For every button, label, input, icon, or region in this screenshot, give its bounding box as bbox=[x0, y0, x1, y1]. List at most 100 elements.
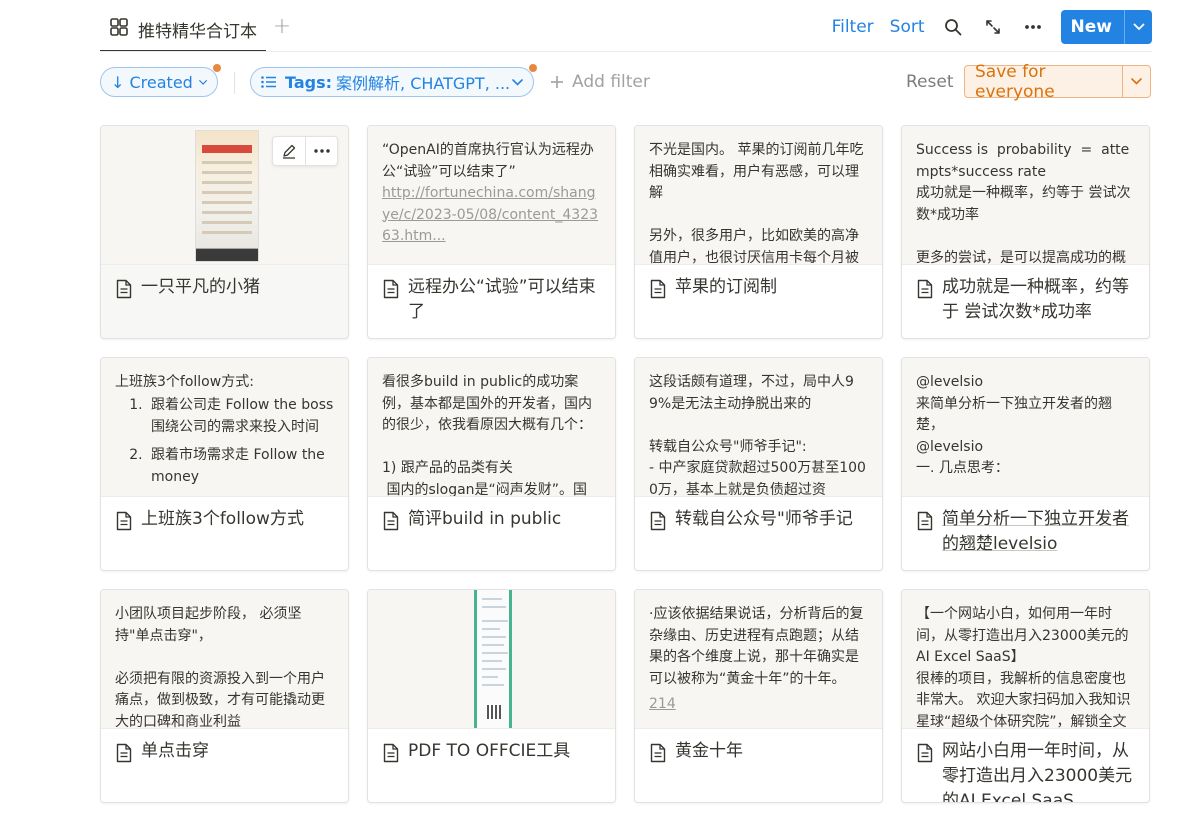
search-icon[interactable] bbox=[941, 15, 965, 39]
sort-chip-created[interactable]: ↓ Created bbox=[100, 64, 221, 97]
filter-chip-value: 案例解析, CHATGPT, ... bbox=[336, 74, 511, 93]
chevron-down-icon bbox=[512, 78, 523, 86]
gallery-card[interactable]: 这段话颇有道理，不过，局中人99%是无法主动挣脱出来的 转载自公众号"师爷手记"… bbox=[634, 357, 883, 571]
filter-bar: ↓ Created Tags: 案例解析, CHATGPT, ... Add f… bbox=[0, 62, 1200, 102]
gallery-icon bbox=[110, 18, 128, 40]
page-icon bbox=[917, 279, 933, 299]
card-preview-text: 上班族3个follow方式: bbox=[115, 374, 254, 390]
card-preview-number: 214 bbox=[649, 696, 676, 712]
card-preview-text: 【一个网站小白，如何用一年时间，从零打造出月入23000美元的AI Excel … bbox=[916, 606, 1131, 729]
card-preview: 看很多build in public的成功案例，基本都是国外的开发者，国内的很少… bbox=[368, 358, 615, 497]
reset-button[interactable]: Reset bbox=[906, 72, 954, 92]
gallery-card[interactable]: 上班族3个follow方式: 跟着公司走 Follow the boss 围绕公… bbox=[100, 357, 349, 571]
sort-button[interactable]: Sort bbox=[890, 17, 925, 37]
card-preview: 不光是国内。 苹果的订阅前几年吃相确实难看，用户有恶感，可以理解 另外，很多用户… bbox=[635, 126, 882, 265]
card-preview-link[interactable]: http://fortunechina.com/shangye/c/2023-0… bbox=[382, 183, 601, 248]
page-icon bbox=[383, 279, 399, 299]
gallery-card[interactable]: 一只平凡的小猪 bbox=[100, 125, 349, 339]
card-preview-text: 不光是国内。 苹果的订阅前几年吃相确实难看，用户有恶感，可以理解 另外，很多用户… bbox=[649, 142, 864, 265]
chevron-down-icon[interactable] bbox=[1124, 10, 1152, 44]
gallery-card[interactable]: @levelsio 来简单分析一下独立开发者的翘楚， @levelsio 一. … bbox=[901, 357, 1150, 571]
page-icon bbox=[650, 743, 666, 763]
card-preview: @levelsio 来简单分析一下独立开发者的翘楚， @levelsio 一. … bbox=[902, 358, 1149, 497]
new-button-label[interactable]: New bbox=[1061, 10, 1124, 44]
add-view-button[interactable]: + bbox=[272, 16, 292, 40]
sort-chip-label: ↓ Created bbox=[111, 72, 193, 92]
save-for-everyone-button[interactable]: Save for everyone bbox=[964, 62, 1151, 102]
edit-icon[interactable] bbox=[273, 137, 305, 165]
card-preview: 上班族3个follow方式: 跟着公司走 Follow the boss 围绕公… bbox=[101, 358, 348, 497]
card-title: 一只平凡的小猪 bbox=[141, 277, 260, 297]
plus-icon bbox=[551, 76, 563, 88]
card-preview: “OpenAI的首席执行官认为远程办公“试验”可以结束了” http://for… bbox=[368, 126, 615, 265]
unsaved-dot bbox=[529, 64, 537, 72]
page-icon bbox=[116, 743, 132, 763]
gallery-card[interactable]: 【一个网站小白，如何用一年时间，从零打造出月入23000美元的AI Excel … bbox=[901, 589, 1150, 803]
card-cover-image bbox=[368, 590, 615, 729]
list-item: 跟着市场需求走 Follow the money bbox=[147, 444, 334, 488]
gallery-card[interactable]: 不光是国内。 苹果的订阅前几年吃相确实难看，用户有恶感，可以理解 另外，很多用户… bbox=[634, 125, 883, 339]
gallery-card[interactable]: “OpenAI的首席执行官认为远程办公“试验”可以结束了” http://for… bbox=[367, 125, 616, 339]
card-preview-text: Success is probability = attempts*succes… bbox=[916, 142, 1131, 265]
page-icon bbox=[650, 511, 666, 531]
filter-chip-property: Tags: bbox=[285, 72, 333, 92]
unsaved-dot bbox=[213, 64, 221, 72]
card-title: 远程办公“试验”可以结束了 bbox=[408, 277, 596, 322]
page-icon bbox=[383, 511, 399, 531]
card-preview-text: 看很多build in public的成功案例，基本都是国外的开发者，国内的很少… bbox=[382, 374, 592, 497]
gallery-card[interactable]: 看很多build in public的成功案例，基本都是国外的开发者，国内的很少… bbox=[367, 357, 616, 571]
card-title: 成功就是一种概率，约等于 尝试次数*成功率 bbox=[942, 277, 1129, 322]
card-title: 转载自公众号"师爷手记 bbox=[675, 509, 853, 529]
filter-button[interactable]: Filter bbox=[832, 17, 874, 37]
page-icon bbox=[917, 511, 933, 531]
card-preview: Success is probability = attempts*succes… bbox=[902, 126, 1149, 265]
card-title: 单点击穿 bbox=[141, 741, 209, 761]
card-preview: ·应该依据结果说话，分析背后的复杂缘由、历史进程有点跑题；从结果的各个维度上说，… bbox=[635, 590, 882, 729]
add-filter-label: Add filter bbox=[572, 72, 650, 92]
toolbar-divider bbox=[100, 51, 1152, 52]
card-preview-list: 跟着公司走 Follow the boss 围绕公司的需求来投入时间 跟着市场需… bbox=[115, 394, 334, 488]
more-icon[interactable] bbox=[305, 137, 337, 165]
gallery-card[interactable]: PDF TO OFFCIE工具 bbox=[367, 589, 616, 803]
card-title: 简单分析一下独立开发者的翘楚levelsio bbox=[942, 509, 1129, 554]
card-title: 苹果的订阅制 bbox=[675, 277, 777, 297]
more-icon[interactable] bbox=[1021, 15, 1045, 39]
toolbar-actions: Filter Sort New bbox=[832, 10, 1152, 44]
card-title: 简评build in public bbox=[408, 509, 562, 529]
gallery-grid: 一只平凡的小猪 “OpenAI的首席执行官认为远程办公“试验”可以结束了” ht… bbox=[100, 125, 1152, 803]
chevron-down-icon bbox=[198, 79, 207, 85]
card-cover-image bbox=[101, 126, 348, 265]
save-label[interactable]: Save for everyone bbox=[965, 62, 1122, 102]
gallery-card[interactable]: 小团队项目起步阶段， 必须坚持"单点击穿"， 必须把有限的资源投入到一个用户痛点… bbox=[100, 589, 349, 803]
page-icon bbox=[650, 279, 666, 299]
card-preview-text: 小团队项目起步阶段， 必须坚持"单点击穿"， 必须把有限的资源投入到一个用户痛点… bbox=[115, 606, 325, 729]
page-icon bbox=[116, 511, 132, 531]
card-title: 上班族3个follow方式 bbox=[141, 509, 304, 529]
add-filter-button[interactable]: Add filter bbox=[550, 69, 650, 95]
expand-icon[interactable] bbox=[981, 15, 1005, 39]
page-icon bbox=[917, 743, 933, 763]
filter-chip-tags[interactable]: Tags: 案例解析, CHATGPT, ... bbox=[250, 64, 537, 97]
card-title: PDF TO OFFCIE工具 bbox=[408, 741, 571, 761]
gallery-card[interactable]: Success is probability = attempts*succes… bbox=[901, 125, 1150, 339]
page-icon bbox=[383, 743, 399, 763]
view-toolbar: 推特精华合订本 + Filter Sort New bbox=[0, 0, 1200, 52]
gallery-card[interactable]: ·应该依据结果说话，分析背后的复杂缘由、历史进程有点跑题；从结果的各个维度上说，… bbox=[634, 589, 883, 803]
card-preview: 这段话颇有道理，不过，局中人99%是无法主动挣脱出来的 转载自公众号"师爷手记"… bbox=[635, 358, 882, 497]
tab-label: 推特精华合订本 bbox=[138, 21, 257, 42]
card-preview-text: @levelsio 来简单分析一下独立开发者的翘楚， @levelsio 一. … bbox=[916, 374, 1112, 476]
card-preview: 小团队项目起步阶段， 必须坚持"单点击穿"， 必须把有限的资源投入到一个用户痛点… bbox=[101, 590, 348, 729]
card-preview: 【一个网站小白，如何用一年时间，从零打造出月入23000美元的AI Excel … bbox=[902, 590, 1149, 729]
card-preview-text: ·应该依据结果说话，分析背后的复杂缘由、历史进程有点跑题；从结果的各个维度上说，… bbox=[649, 606, 864, 687]
chevron-down-icon[interactable] bbox=[1122, 66, 1150, 97]
card-preview-text: 这段话颇有道理，不过，局中人99%是无法主动挣脱出来的 转载自公众号"师爷手记"… bbox=[649, 374, 866, 497]
card-hover-toolbar bbox=[272, 136, 338, 166]
list-icon bbox=[261, 76, 276, 88]
cover-image bbox=[474, 590, 512, 728]
cover-image bbox=[195, 130, 259, 262]
new-button[interactable]: New bbox=[1060, 10, 1152, 44]
tab-gallery-view[interactable]: 推特精华合订本 bbox=[100, 8, 266, 52]
card-preview-text: “OpenAI的首席执行官认为远程办公“试验”可以结束了” bbox=[382, 142, 594, 180]
card-title: 黄金十年 bbox=[675, 741, 743, 761]
filter-separator bbox=[234, 72, 235, 94]
